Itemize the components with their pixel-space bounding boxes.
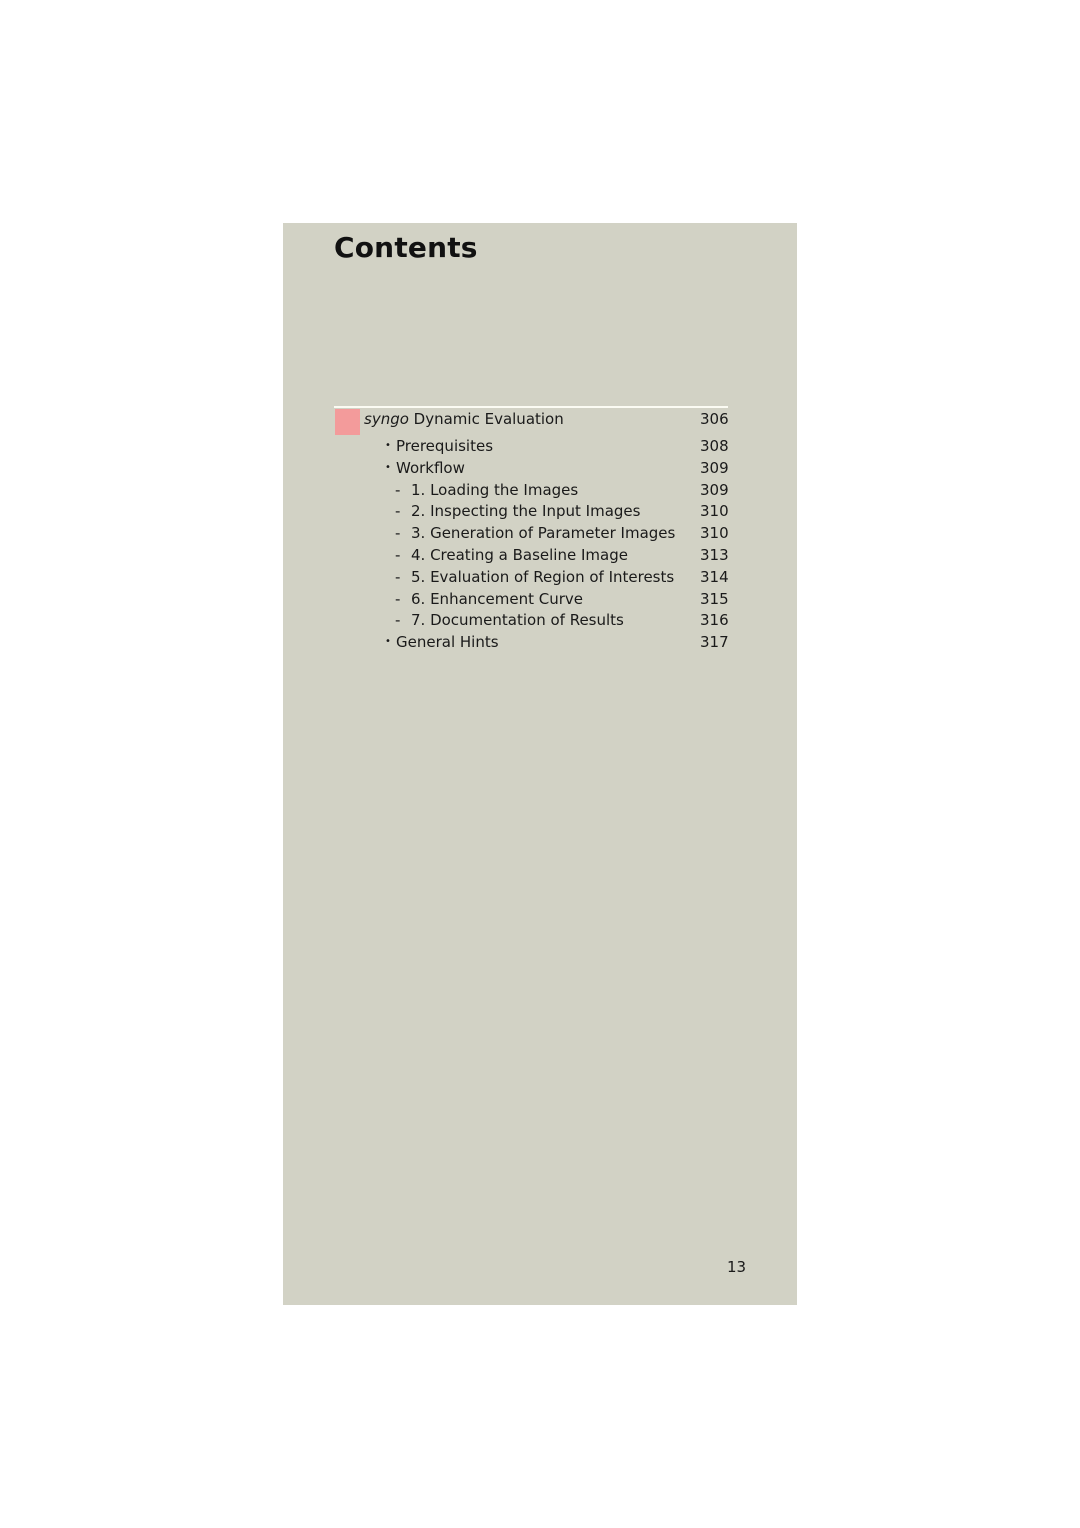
toc-entry-page: 317 <box>700 633 729 652</box>
toc-entry-page: 308 <box>700 437 729 455</box>
chapter-title-italic: syngo <box>364 410 409 428</box>
toc-entry-page: 310 <box>700 502 729 521</box>
toc-entry-page: 309 <box>700 458 729 477</box>
toc-entry-label: Workflow <box>396 458 465 477</box>
chapter-color-marker <box>335 409 360 435</box>
toc-entry-label: 5. Evaluation of Region of Interests <box>411 567 675 586</box>
chapter-page: 306 <box>700 410 729 428</box>
bullet-icon: • <box>385 636 391 648</box>
toc-entry-label: 2. Inspecting the Input Images <box>411 502 641 521</box>
toc-entry-label: 1. Loading the Images <box>411 480 579 499</box>
page-title: Contents <box>334 231 478 264</box>
bullet-icon: • <box>385 440 391 451</box>
contents-page: Contents syngo Dynamic Evaluation 306 • P… <box>283 223 797 1305</box>
toc-entry-page: 316 <box>700 611 729 630</box>
chapter-divider <box>334 406 728 408</box>
toc-entry-page: 310 <box>700 524 729 543</box>
toc-entry-page: 314 <box>700 567 729 586</box>
dash-icon: - <box>395 524 401 543</box>
dash-icon: - <box>395 480 401 499</box>
toc-entry-label: 7. Documentation of Results <box>411 611 624 630</box>
toc-entry-label: 4. Creating a Baseline Image <box>411 546 628 564</box>
dash-icon: - <box>395 567 401 586</box>
toc-entry-label: 6. Enhancement Curve <box>411 589 583 608</box>
bullet-icon: • <box>385 461 391 473</box>
dash-icon: - <box>395 546 401 564</box>
chapter-title-rest: Dynamic Evaluation <box>408 410 564 428</box>
chapter-title: syngo Dynamic Evaluation <box>364 409 564 429</box>
dash-icon: - <box>395 589 401 608</box>
toc-entry-page: 313 <box>700 546 729 564</box>
toc-entry-label: 3. Generation of Parameter Images <box>411 524 676 543</box>
dash-icon: - <box>395 611 401 630</box>
toc-entry-page: 315 <box>700 589 729 608</box>
page-number: 13 <box>727 1258 747 1276</box>
dash-icon: - <box>395 502 401 521</box>
toc-entry-label: General Hints <box>396 633 499 652</box>
toc-entry-label: Prerequisites <box>396 437 494 455</box>
toc-entry-page: 309 <box>700 480 729 499</box>
